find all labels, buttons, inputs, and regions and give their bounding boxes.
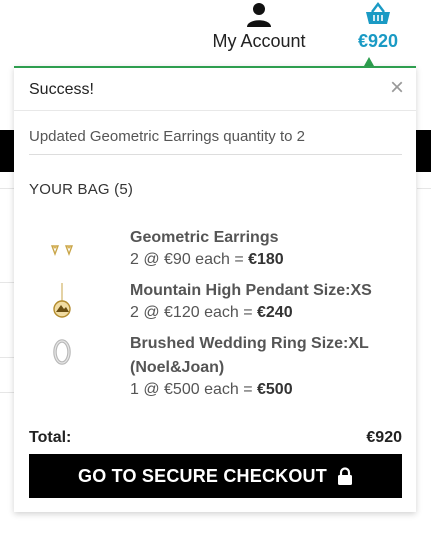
- lock-icon: [337, 466, 352, 485]
- page-divider: [0, 188, 14, 189]
- item-price: 2 @ €90 each = €180: [130, 251, 284, 269]
- pendant-image: [53, 283, 71, 318]
- item-price-detail: 2 @ €120 each =: [130, 304, 257, 321]
- item-line-total: €500: [257, 381, 293, 398]
- item-name: Mountain High Pendant Size:XS: [130, 282, 372, 299]
- item-price: 2 @ €120 each = €240: [130, 304, 293, 322]
- item-price: 1 @ €500 each = €500: [130, 381, 293, 399]
- cart-item[interactable]: Geometric Earrings 2 @ €90 each = €180: [14, 226, 416, 274]
- divider: [29, 154, 402, 155]
- my-account-label: My Account: [212, 31, 306, 51]
- alert-message: Updated Geometric Earrings quantity to 2: [29, 128, 305, 145]
- basket-icon: [366, 2, 390, 24]
- close-icon[interactable]: ×: [390, 76, 404, 100]
- page-divider: [0, 357, 14, 358]
- item-name: Brushed Wedding Ring Size:XL (Noel&Joan): [130, 335, 369, 376]
- page-divider: [0, 282, 14, 283]
- earrings-image: [50, 245, 74, 256]
- alert-title: Success!: [29, 81, 94, 98]
- divider: [14, 110, 416, 111]
- my-account-link[interactable]: My Account: [205, 0, 313, 58]
- ring-image: [53, 339, 71, 365]
- page-divider: [417, 188, 431, 189]
- cart-item[interactable]: Mountain High Pendant Size:XS 2 @ €120 e…: [14, 279, 416, 327]
- cart-total: €920: [357, 31, 399, 51]
- page-divider: [0, 392, 14, 393]
- total-label: Total:: [29, 429, 72, 446]
- total-value: €920: [366, 429, 402, 446]
- bag-title: YOUR BAG (5): [29, 181, 134, 198]
- item-price-detail: 2 @ €90 each =: [130, 251, 249, 268]
- item-line-total: €180: [248, 251, 284, 268]
- cart-item[interactable]: Brushed Wedding Ring Size:XL (Noel&Joan)…: [14, 332, 416, 404]
- item-name: Geometric Earrings: [130, 229, 279, 246]
- secure-checkout-button[interactable]: GO TO SECURE CHECKOUT: [29, 454, 402, 498]
- cart-dropdown: Success! × Updated Geometric Earrings qu…: [14, 66, 416, 512]
- item-price-detail: 1 @ €500 each =: [130, 381, 257, 398]
- item-line-total: €240: [257, 304, 293, 321]
- user-icon: [247, 3, 271, 27]
- checkout-label: GO TO SECURE CHECKOUT: [78, 465, 327, 486]
- cart-link[interactable]: €920: [352, 0, 404, 58]
- dropdown-pointer: [364, 57, 374, 66]
